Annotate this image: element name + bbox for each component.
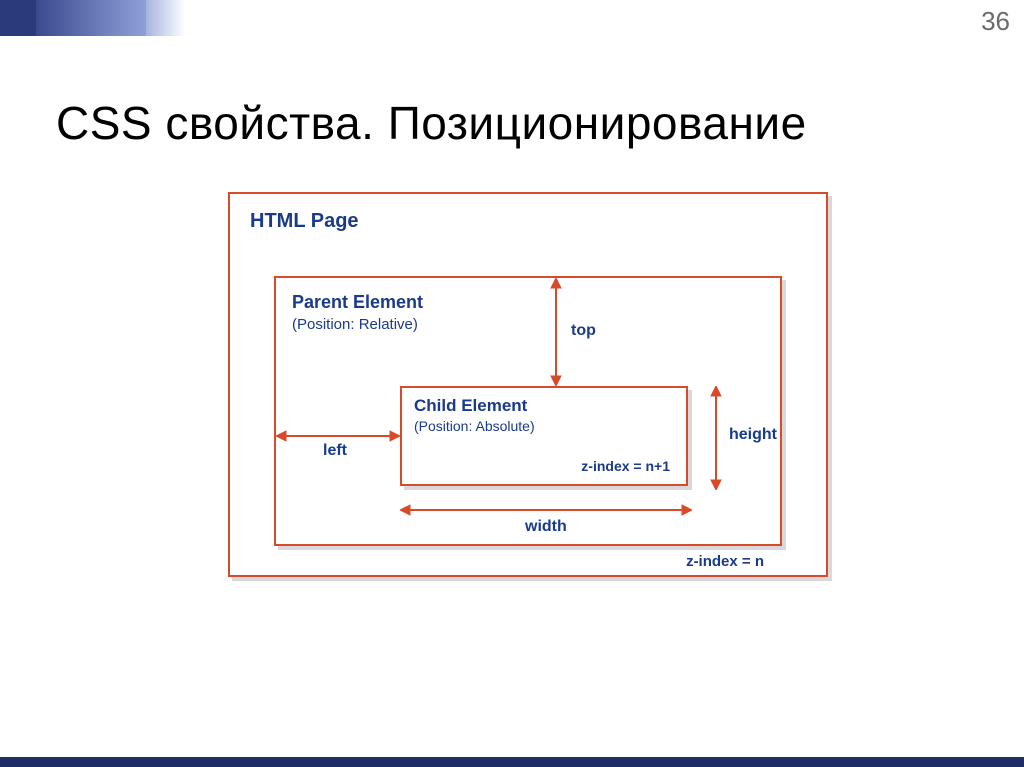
child-title: Child Element: [414, 396, 527, 416]
label-left: left: [320, 442, 350, 460]
footer-bar: [0, 757, 1024, 767]
label-width: width: [522, 518, 570, 536]
child-zindex: z-index = n+1: [581, 458, 670, 474]
arrow-width: [400, 500, 692, 520]
slide-title: CSS свойства. Позиционирование: [56, 96, 807, 150]
label-top: top: [568, 322, 599, 340]
label-height: height: [726, 426, 780, 444]
parent-element-box: Parent Element (Position: Relative) top …: [274, 276, 782, 546]
html-page-box: HTML Page Parent Element (Position: Rela…: [228, 192, 828, 577]
child-subtitle: (Position: Absolute): [414, 418, 535, 434]
parent-zindex: z-index = n: [686, 553, 764, 570]
page-number: 36: [981, 6, 1010, 37]
arrow-top: [546, 278, 566, 386]
parent-subtitle: (Position: Relative): [292, 316, 418, 333]
html-page-label: HTML Page: [250, 210, 359, 233]
arrow-height: [706, 386, 726, 490]
header-decor: [0, 0, 185, 36]
parent-title: Parent Element: [292, 292, 423, 313]
child-element-box: Child Element (Position: Absolute) z-ind…: [400, 386, 688, 486]
